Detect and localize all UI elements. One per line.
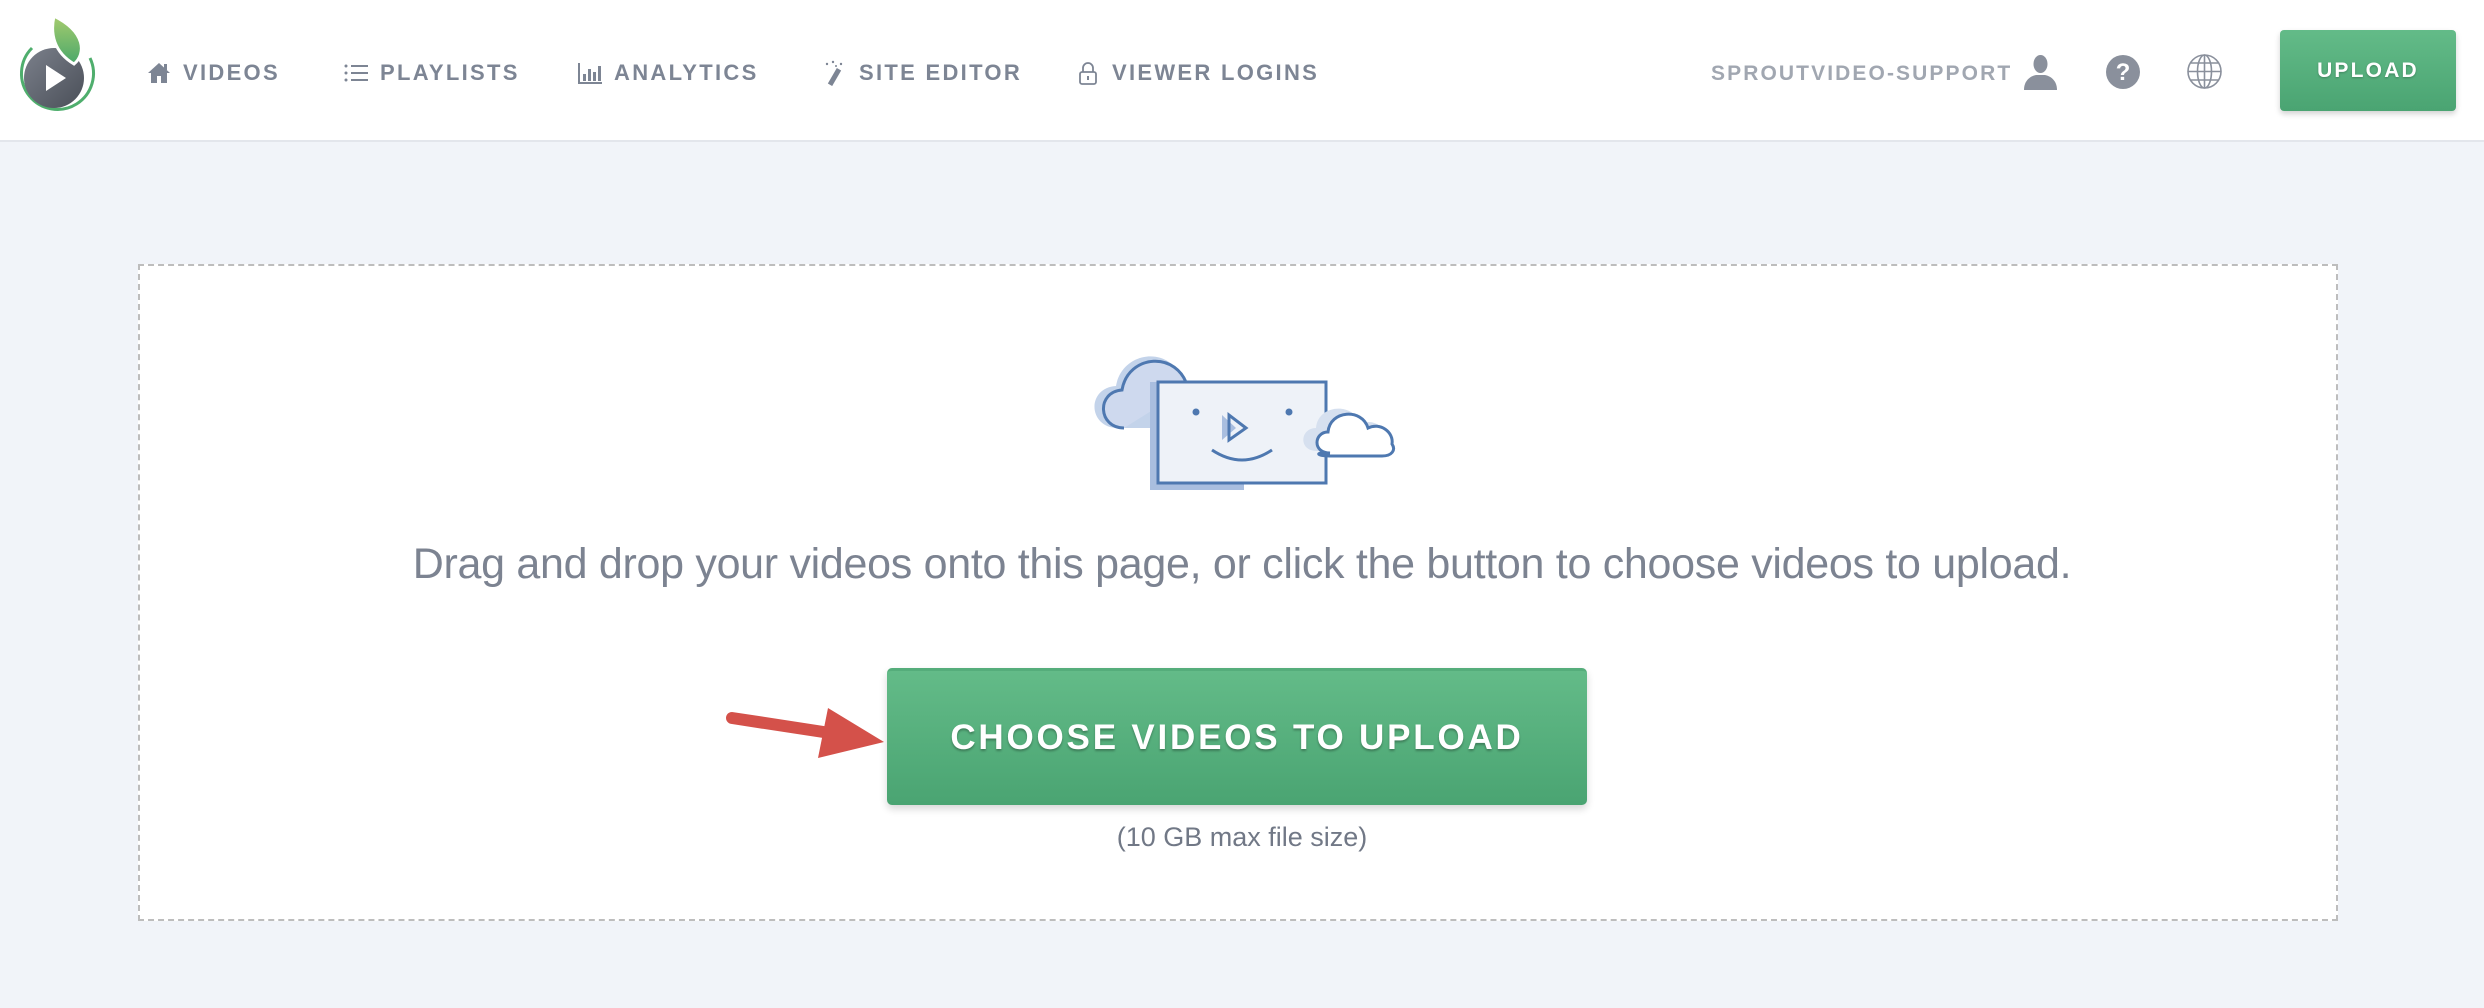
nav-site-editor-label: SITE EDITOR <box>859 60 1023 85</box>
choose-videos-button[interactable]: CHOOSE VIDEOS TO UPLOAD <box>887 668 1587 805</box>
top-header: VIDEOS PLAYLISTS ANALYTICS SITE EDITOR V… <box>0 0 2484 142</box>
account-username[interactable]: SPROUTVIDEO-SUPPORT <box>1711 59 2012 89</box>
upload-instructions: Drag and drop your videos onto this page… <box>412 540 2072 588</box>
nav-analytics-label: ANALYTICS <box>614 60 759 85</box>
bar-chart-icon <box>577 60 603 86</box>
nav-viewer-logins[interactable]: VIEWER LOGINS <box>1075 57 1319 89</box>
svg-text:?: ? <box>2116 59 2131 86</box>
globe-icon[interactable] <box>2186 53 2223 90</box>
nav-site-editor[interactable]: SITE EDITOR <box>822 57 1022 89</box>
nav-playlists[interactable]: PLAYLISTS <box>343 57 520 89</box>
user-icon[interactable] <box>2022 53 2059 90</box>
list-icon <box>343 60 369 86</box>
nav-analytics[interactable]: ANALYTICS <box>577 57 759 89</box>
cloud-video-illustration <box>1078 340 1402 490</box>
question-circle-icon[interactable]: ? <box>2105 54 2141 90</box>
lock-icon <box>1075 60 1101 86</box>
nav-playlists-label: PLAYLISTS <box>380 60 520 85</box>
sproutvideo-logo[interactable] <box>16 13 100 116</box>
nav-videos[interactable]: VIDEOS <box>146 57 280 89</box>
red-arrow-annotation <box>724 700 890 762</box>
upload-button[interactable]: UPLOAD <box>2280 30 2456 111</box>
nav-viewer-logins-label: VIEWER LOGINS <box>1112 60 1320 85</box>
magic-wand-icon <box>822 60 848 86</box>
nav-videos-label: VIDEOS <box>183 60 280 85</box>
home-icon <box>146 60 172 86</box>
max-file-size-note: (10 GB max file size) <box>1116 822 1368 852</box>
